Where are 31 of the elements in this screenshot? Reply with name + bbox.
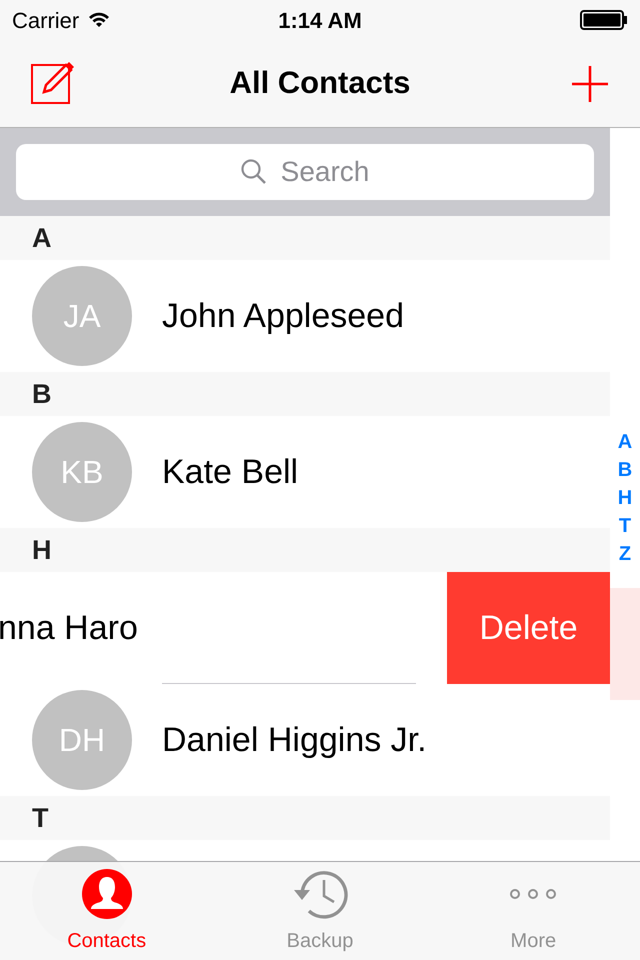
clock-time: 1:14 AM (278, 6, 362, 34)
tab[interactable]: Backup (213, 862, 427, 960)
contact-name[interactable]: John Appleseed (162, 290, 404, 342)
carrier-label: Carrier (12, 6, 80, 34)
contact-name[interactable]: Daniel Higgins Jr. (162, 714, 427, 766)
person-icon (82, 869, 132, 919)
contact-name[interactable]: Kate Bell (162, 446, 298, 498)
section-header: H (0, 528, 610, 572)
avatar-initials: JA (63, 297, 101, 336)
wifi-icon (87, 11, 112, 29)
index-letter[interactable]: T (618, 512, 632, 540)
index-letter[interactable]: A (618, 428, 632, 456)
more-icon (508, 887, 558, 901)
avatar-initials: DH (58, 721, 106, 760)
index-letter[interactable]: Z (618, 540, 632, 568)
delete-button[interactable]: Delete (447, 572, 610, 684)
add-button[interactable] (570, 64, 610, 104)
index-letter[interactable]: B (618, 456, 632, 484)
contact-name[interactable]: nna Haro (0, 602, 138, 654)
avatar-initials: KB (60, 453, 104, 492)
nav-title: All Contacts (230, 64, 410, 102)
index-letter[interactable]: H (618, 484, 632, 512)
search-field[interactable]: Search (16, 144, 594, 200)
section-header: A (0, 216, 610, 260)
search-icon (240, 158, 268, 186)
tab[interactable]: More (426, 862, 640, 960)
tab[interactable]: Contacts (0, 862, 214, 960)
section-header: T (0, 796, 610, 840)
plus-icon (572, 66, 608, 102)
battery-icon (580, 10, 628, 30)
section-header: B (0, 372, 610, 416)
